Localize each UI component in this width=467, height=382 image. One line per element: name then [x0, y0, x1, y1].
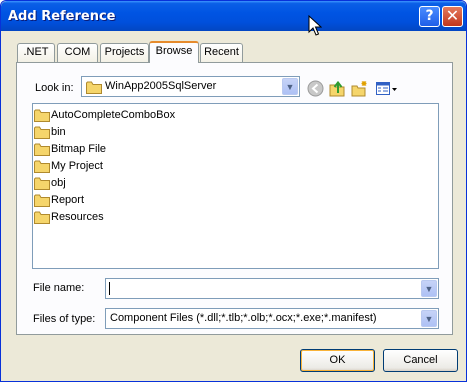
list-item[interactable]: obj	[34, 175, 66, 191]
list-item[interactable]: Report	[34, 192, 84, 208]
up-folder-icon[interactable]	[329, 80, 346, 97]
folder-icon	[34, 194, 50, 207]
folder-icon	[34, 177, 50, 190]
list-item[interactable]: Bitmap File	[34, 141, 106, 157]
chevron-down-icon[interactable]: ▼	[421, 280, 437, 297]
file-name: obj	[51, 177, 66, 189]
view-menu-icon[interactable]	[375, 80, 399, 97]
file-name: My Project	[51, 160, 103, 172]
text-caret	[109, 282, 110, 295]
file-name: bin	[51, 126, 66, 138]
new-folder-icon[interactable]	[351, 80, 368, 97]
folder-icon	[34, 211, 50, 224]
back-icon[interactable]	[307, 80, 324, 97]
chevron-down-icon[interactable]: ▼	[421, 310, 437, 327]
file-list[interactable]: AutoCompleteComboBox bin Bitmap File My …	[32, 103, 439, 269]
folder-icon	[86, 81, 102, 94]
files-of-type-value: Component Files (*.dll;*.tlb;*.olb;*.ocx…	[110, 312, 377, 324]
file-name: AutoCompleteComboBox	[51, 109, 176, 121]
file-name: Bitmap File	[51, 143, 107, 155]
files-of-type-dropdown[interactable]: Component Files (*.dll;*.tlb;*.olb;*.ocx…	[105, 308, 439, 329]
list-item[interactable]: bin	[34, 124, 66, 140]
list-item[interactable]: AutoCompleteComboBox	[34, 107, 175, 123]
chevron-down-icon[interactable]: ▼	[282, 78, 298, 95]
folder-icon	[34, 160, 50, 173]
list-item[interactable]: Resources	[34, 209, 104, 225]
folder-icon	[34, 109, 50, 122]
look-in-value: WinApp2005SqlServer	[105, 80, 217, 92]
file-name-input[interactable]: ▼	[105, 278, 439, 299]
file-name: Report	[51, 194, 85, 206]
look-in-label: Look in:	[35, 82, 74, 94]
folder-icon	[34, 126, 50, 139]
look-in-dropdown[interactable]: WinApp2005SqlServer ▼	[81, 76, 300, 97]
file-name-label: File name:	[33, 282, 85, 294]
add-reference-dialog: Add Reference ? ✕ .NET COM Projects Brow…	[0, 0, 467, 382]
file-name: Resources	[51, 211, 104, 223]
files-of-type-label: Files of type:	[33, 313, 96, 325]
list-item[interactable]: My Project	[34, 158, 103, 174]
folder-icon	[34, 143, 50, 156]
